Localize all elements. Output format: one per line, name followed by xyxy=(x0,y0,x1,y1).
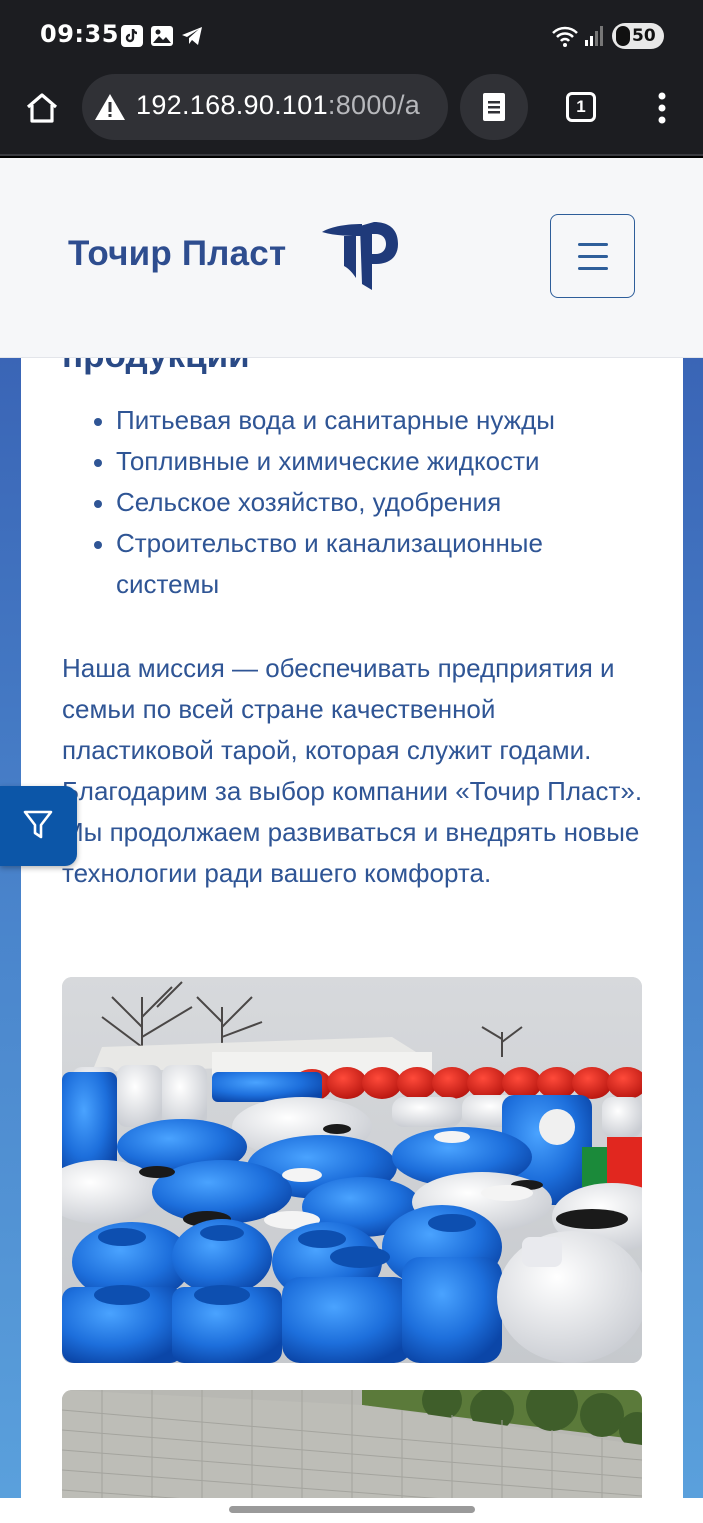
list-item: Сельское хозяйство, удобрения xyxy=(94,482,636,523)
reader-mode-button[interactable] xyxy=(460,74,528,140)
reader-mode-icon xyxy=(483,93,505,121)
status-time: 09:35 xyxy=(40,20,119,48)
page-content: продукции Питьевая вода и санитарные нуж… xyxy=(0,358,703,1498)
section-heading: продукции xyxy=(62,358,250,376)
hamburger-menu-icon[interactable] xyxy=(550,214,635,298)
tiktok-notification-icon xyxy=(121,25,143,47)
url-path: :8000/a xyxy=(327,90,421,120)
site-header: Точир Пласт xyxy=(0,158,703,358)
gallery-notification-icon xyxy=(151,26,173,46)
list-item: Питьевая вода и санитарные нужды xyxy=(94,400,636,441)
url-text[interactable]: 192.168.90.101:8000/a xyxy=(136,90,420,121)
address-bar[interactable]: 192.168.90.101:8000/a xyxy=(82,74,448,140)
battery-charging-icon xyxy=(616,26,630,46)
battery-indicator: 50 xyxy=(612,23,664,49)
filter-button[interactable] xyxy=(0,786,77,866)
list-item: Строительство и канализационные системы xyxy=(94,523,636,605)
browser-toolbar: 192.168.90.101:8000/a 1 xyxy=(0,72,703,156)
status-bar: 09:35 50 xyxy=(0,0,703,72)
overflow-menu-icon[interactable] xyxy=(644,88,680,128)
wifi-icon xyxy=(552,26,578,47)
content-card: продукции Питьевая вода и санитарные нуж… xyxy=(21,358,683,1498)
home-icon[interactable] xyxy=(20,86,64,130)
mission-paragraph: Наша миссия — обеспечивать предприятия и… xyxy=(62,653,643,888)
filter-icon xyxy=(23,810,53,839)
url-host: 192.168.90.101 xyxy=(136,90,328,120)
battery-level: 50 xyxy=(632,26,656,46)
gesture-handle[interactable] xyxy=(229,1506,475,1513)
brand-name[interactable]: Точир Пласт xyxy=(68,234,286,274)
tochir-plast-logo-icon[interactable] xyxy=(318,216,400,292)
system-nav-bar xyxy=(0,1498,703,1523)
list-item: Топливные и химические жидкости xyxy=(94,441,636,482)
tabs-button[interactable]: 1 xyxy=(558,90,598,126)
application-list: Питьевая вода и санитарные нужды Топливн… xyxy=(94,400,636,605)
telegram-notification-icon xyxy=(182,27,202,45)
not-secure-warning-icon[interactable] xyxy=(94,92,126,122)
tanks-photo xyxy=(62,977,642,1363)
signal-icon xyxy=(585,26,603,46)
tabs-icon: 1 xyxy=(566,92,596,122)
warehouse-photo xyxy=(62,1390,642,1498)
